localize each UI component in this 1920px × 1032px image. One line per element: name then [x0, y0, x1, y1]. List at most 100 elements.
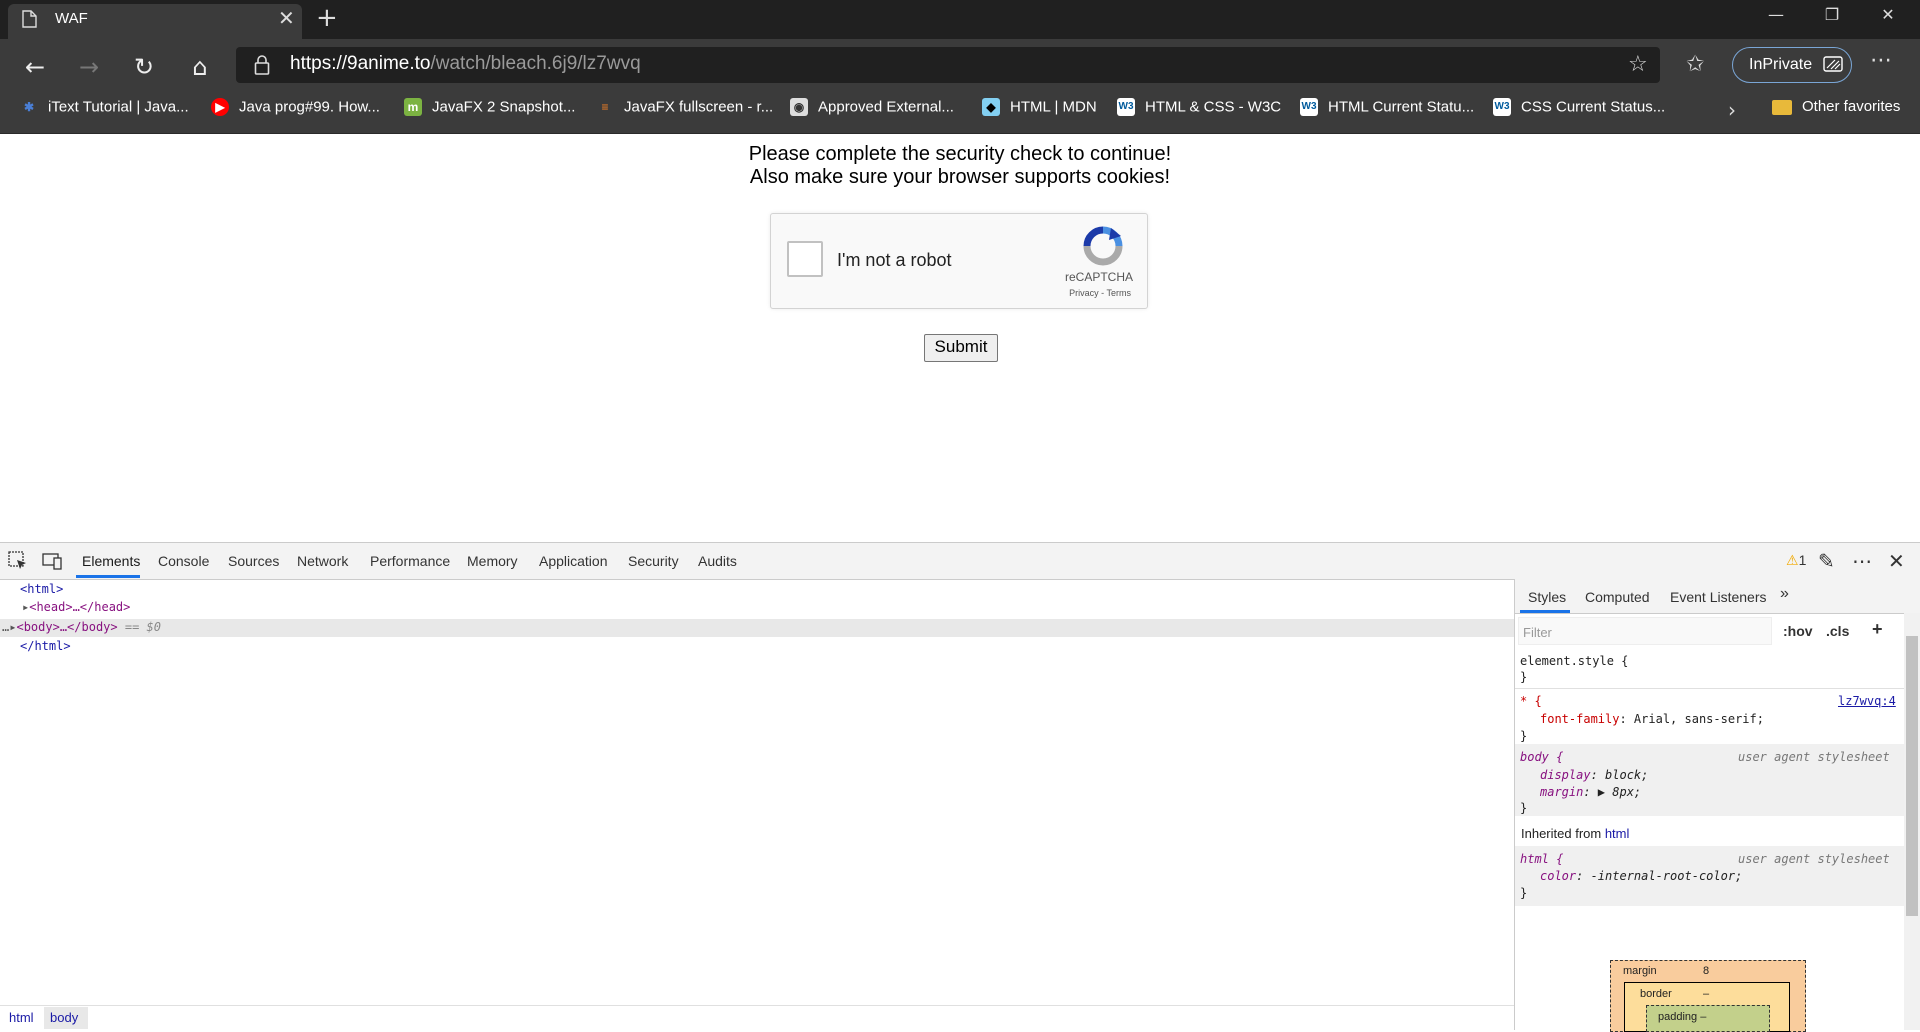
tab-title: WAF [55, 10, 88, 27]
window-close-icon[interactable]: ✕ [1860, 0, 1916, 30]
star-rule-selector[interactable]: * { [1520, 694, 1542, 708]
tab-performance[interactable]: Performance [370, 553, 450, 569]
favorite-label: CSS Current Status... [1521, 98, 1666, 116]
html-rule-selector[interactable]: html { [1520, 852, 1563, 866]
tab-elements[interactable]: Elements [82, 553, 140, 569]
more-tabs-chevron-icon[interactable]: » [1780, 585, 1789, 603]
inprivate-label: InPrivate [1749, 56, 1813, 73]
breadcrumb-html[interactable]: html [9, 1010, 34, 1025]
tab-memory[interactable]: Memory [467, 553, 518, 569]
security-message: Please complete the security check to co… [0, 143, 1920, 189]
tree-body-node[interactable]: …▸<body>…</body> == $0 [2, 620, 161, 634]
box-border-value[interactable]: – [1703, 988, 1709, 1000]
tab-styles[interactable]: Styles [1528, 589, 1566, 605]
favorite-item[interactable]: W3 HTML Current Statu... [1300, 98, 1474, 122]
property-value: : ▶ 8px; [1583, 785, 1642, 799]
other-favorites-folder[interactable]: Other favorites [1772, 98, 1900, 115]
favorite-item[interactable]: m JavaFX 2 Snapshot... [404, 98, 575, 122]
star-rule-declaration[interactable]: font-family: Arial, sans-serif; [1540, 712, 1764, 726]
filter-placeholder: Filter [1523, 625, 1552, 640]
body-rule-selector[interactable]: body { [1520, 750, 1563, 764]
minimize-icon[interactable]: — [1748, 0, 1804, 30]
favorite-item[interactable]: W3 CSS Current Status... [1493, 98, 1665, 122]
refresh-icon[interactable]: ↻ [127, 50, 161, 84]
tree-head-node[interactable]: ▸<head>…</head> [22, 600, 130, 614]
tab-sources[interactable]: Sources [228, 553, 279, 569]
body-display-declaration[interactable]: display: block; [1540, 768, 1648, 782]
new-tab-icon[interactable]: + [316, 5, 338, 31]
favorite-item[interactable]: W3 HTML & CSS - W3C [1117, 98, 1281, 122]
property-value: : Arial, sans-serif; [1619, 712, 1764, 726]
new-style-rule-icon[interactable]: + [1872, 619, 1883, 640]
tab-event-listeners[interactable]: Event Listeners [1670, 589, 1767, 605]
favorite-label: Java prog#99. How... [239, 98, 380, 116]
tab-close-icon[interactable]: ✕ [278, 8, 295, 28]
property-value: : block; [1590, 768, 1649, 782]
box-margin-label: margin [1623, 965, 1657, 977]
submit-button[interactable]: Submit [924, 334, 998, 362]
devtools-close-icon[interactable]: ✕ [1888, 549, 1905, 573]
favorite-item[interactable]: ◉ Approved External... [790, 98, 954, 122]
w3c-icon: W3 [1300, 98, 1318, 117]
inspect-element-icon[interactable] [7, 550, 29, 572]
favorite-item[interactable]: ≡ JavaFX fullscreen - r... [596, 98, 773, 122]
add-favorite-star-icon[interactable]: ☆ [1628, 52, 1648, 77]
m-icon: m [404, 98, 422, 117]
forward-arrow-icon[interactable]: → [72, 50, 106, 84]
inherited-element-link[interactable]: html [1605, 826, 1630, 841]
message-line-2: Also make sure your browser supports coo… [749, 166, 1171, 188]
favorites-list-icon[interactable]: ✩ [1686, 52, 1704, 77]
feedback-icon[interactable]: ✎ [1818, 549, 1835, 573]
property-name: font-family [1540, 712, 1620, 726]
breadcrumb-body[interactable]: body [50, 1010, 78, 1025]
lock-icon[interactable] [254, 55, 270, 75]
tab-audits[interactable]: Audits [698, 553, 737, 569]
star-selector: * { [1520, 694, 1542, 708]
favorite-label: Approved External... [818, 98, 954, 116]
favorite-label: HTML | MDN [1010, 98, 1097, 116]
browser-tab[interactable] [8, 4, 302, 39]
url-host: https://9anime.to [290, 53, 431, 74]
favorite-item[interactable]: ◆ HTML | MDN [982, 98, 1097, 122]
recaptcha-checkbox[interactable] [787, 241, 823, 277]
devtools-toolbar [0, 543, 1920, 580]
warning-icon: ⚠ [1786, 552, 1799, 568]
recaptcha-privacy-terms-link[interactable]: Privacy - Terms [1069, 288, 1131, 298]
rule-source-link[interactable]: lz7wvq:4 [1838, 694, 1896, 708]
tree-html-open[interactable]: <html> [20, 582, 63, 596]
tree-html-close[interactable]: </html> [20, 639, 71, 653]
tab-computed[interactable]: Computed [1585, 589, 1650, 605]
body-tag: <body>…</body> [16, 620, 118, 634]
chevron-right-icon[interactable]: › [1728, 98, 1736, 122]
styles-scrollbar-thumb[interactable] [1906, 636, 1918, 916]
devtools-menu-icon[interactable]: ⋯ [1852, 549, 1872, 573]
box-margin-value[interactable]: 8 [1703, 965, 1709, 977]
body-margin-declaration[interactable]: margin: ▶ 8px; [1540, 785, 1641, 799]
tab-console[interactable]: Console [158, 553, 209, 569]
element-style-rule[interactable]: element.style { [1520, 654, 1628, 668]
favorite-item[interactable]: ▶ Java prog#99. How... [211, 98, 380, 122]
user-agent-label: user agent stylesheet [1738, 852, 1890, 866]
tab-network[interactable]: Network [297, 553, 348, 569]
user-agent-label: user agent stylesheet [1738, 750, 1890, 764]
html-color-declaration[interactable]: color: -internal-root-color; [1540, 869, 1742, 883]
favorite-label: HTML Current Statu... [1328, 98, 1475, 116]
recaptcha-brand: reCAPTCHA [1064, 270, 1133, 284]
camera-icon: ◉ [790, 98, 808, 117]
inprivate-button[interactable]: InPrivate [1732, 47, 1852, 83]
favorite-item[interactable]: ✱ iText Tutorial | Java... [20, 98, 189, 122]
home-icon[interactable]: ⌂ [183, 50, 217, 84]
back-arrow-icon[interactable]: ← [18, 50, 52, 84]
w3c-icon: W3 [1493, 98, 1511, 117]
hov-toggle[interactable]: :hov [1783, 623, 1813, 639]
tab-application[interactable]: Application [539, 553, 608, 569]
settings-more-icon[interactable]: ⋯ [1870, 48, 1892, 73]
styles-filter-input[interactable] [1518, 617, 1772, 645]
restore-icon[interactable]: ❐ [1804, 0, 1860, 30]
tab-security[interactable]: Security [628, 553, 679, 569]
warnings-counter[interactable]: ⚠1 [1786, 552, 1806, 569]
url-text[interactable]: https://9anime.to/watch/bleach.6j9/lz7wv… [290, 53, 641, 75]
device-toolbar-icon[interactable] [41, 550, 63, 572]
cls-toggle[interactable]: .cls [1826, 623, 1849, 639]
property-value: : -internal-root-color; [1576, 869, 1743, 883]
